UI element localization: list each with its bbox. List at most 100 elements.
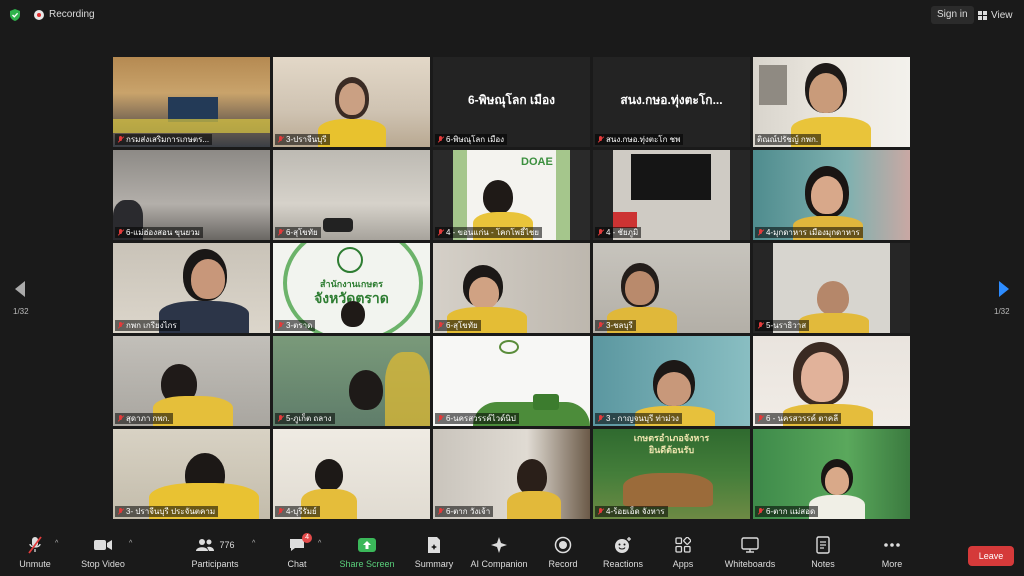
- video-tile[interactable]: กรมส่งเสริมการเกษตร...: [113, 57, 270, 147]
- unmute-label: Unmute: [19, 559, 51, 569]
- muted-mic-icon: [437, 507, 444, 516]
- whiteboards-button[interactable]: Whiteboards: [715, 536, 785, 569]
- participant-display-name: สนง.กษอ.ทุ่งตะโก...: [620, 93, 723, 107]
- participant-name: สนง.กษอ.ทุ่งตะโก ชพ: [606, 135, 681, 144]
- summary-button[interactable]: Summary: [399, 536, 469, 569]
- chat-button[interactable]: 4 Chat: [262, 533, 332, 569]
- shield-icon[interactable]: [8, 8, 22, 22]
- video-tile-active-speaker[interactable]: ติณณ์ปรัชญ์ กพก.: [753, 57, 910, 147]
- share-screen-button[interactable]: Share Screen: [332, 536, 402, 569]
- recording-indicator[interactable]: Recording: [34, 9, 95, 20]
- participant-name: 3-ปราจีนบุรี: [286, 135, 327, 144]
- video-tile[interactable]: สุดาภา กพก.: [113, 336, 270, 426]
- participant-name: 5-นราธิวาส: [766, 321, 807, 330]
- video-tile[interactable]: เกษตรอำเภอจังหาร ยินดีต้อนรับ 4-ร้อยเอ็ด…: [593, 429, 750, 519]
- participant-name: สุดาภา กพก.: [126, 414, 170, 423]
- unmute-button[interactable]: Unmute: [0, 536, 70, 569]
- banner-line-2: ยินดีต้อนรับ: [648, 445, 695, 455]
- participants-button[interactable]: 776 Participants: [180, 536, 250, 569]
- smiley-icon: [615, 537, 631, 553]
- muted-mic-icon: [597, 321, 604, 330]
- record-icon: [554, 536, 572, 554]
- video-tile[interactable]: 3-ชลบุรี: [593, 243, 750, 333]
- video-tile[interactable]: 3-ปราจีนบุรี: [273, 57, 430, 147]
- participant-name: 3 - กาญจนบุรี ท่าม่วง: [606, 414, 679, 423]
- participant-name: 3-ชลบุรี: [606, 321, 633, 330]
- participant-name: 6-นครสวรรค์ไวด์นิป: [446, 414, 516, 423]
- participant-name: 4-มุกดาหาร เมืองมุกดาหาร: [766, 228, 860, 237]
- participant-name: 6 - นครสวรรค์ ตาคลี: [766, 414, 839, 423]
- ai-companion-button[interactable]: AI Companion: [464, 536, 534, 569]
- recording-label: Recording: [49, 9, 95, 20]
- video-tile[interactable]: กพก เกรียงไกร: [113, 243, 270, 333]
- leave-button[interactable]: Leave: [968, 546, 1014, 566]
- video-grid: กรมส่งเสริมการเกษตร... 3-ปราจีนบุรี 6-พิ…: [113, 57, 913, 519]
- video-camera-icon: [94, 540, 112, 550]
- muted-mic-icon: [437, 321, 444, 330]
- participant-name: กรมส่งเสริมการเกษตร...: [126, 135, 210, 144]
- video-tile[interactable]: 6-พิษณุโลก เมือง 6-พิษณุโลก เมือง: [433, 57, 590, 147]
- participant-name: 4-บุรีรัมย์: [286, 507, 317, 516]
- muted-microphone-icon: [28, 536, 42, 554]
- more-button[interactable]: More: [857, 536, 927, 569]
- audio-options-caret-icon[interactable]: ^: [55, 540, 58, 547]
- video-tile[interactable]: 5-นราธิวาส: [753, 243, 910, 333]
- meeting-toolbar: Unmute ^ Stop Video ^ 776 Participants ^…: [0, 530, 1024, 576]
- previous-page-icon[interactable]: [14, 280, 26, 298]
- video-tile[interactable]: 3 - กาญจนบุรี ท่าม่วง: [593, 336, 750, 426]
- stop-video-label: Stop Video: [81, 559, 125, 569]
- video-tile[interactable]: 4 - ชัยภูมิ: [593, 150, 750, 240]
- muted-mic-icon: [277, 228, 284, 237]
- share-screen-label: Share Screen: [339, 559, 395, 569]
- muted-mic-icon: [117, 228, 124, 237]
- stop-video-button[interactable]: Stop Video: [68, 536, 138, 569]
- video-tile[interactable]: 6-สุโขทัย: [273, 150, 430, 240]
- reactions-label: Reactions: [602, 559, 644, 569]
- video-tile[interactable]: 6-ตาก วังเจ้า: [433, 429, 590, 519]
- participant-name: 6-สุโขทัย: [286, 228, 318, 237]
- muted-mic-icon: [117, 507, 124, 516]
- video-tile[interactable]: DOAE 4 - ขอนแก่น - โคกโพธิ์ไชย: [433, 150, 590, 240]
- video-tile[interactable]: 6-สุโขทัย: [433, 243, 590, 333]
- participant-name: 3- ปราจีนบุรี ประจันตคาม: [126, 507, 216, 516]
- top-bar: Recording Sign in View: [0, 0, 1024, 30]
- video-tile[interactable]: 6 - นครสวรรค์ ตาคลี: [753, 336, 910, 426]
- video-tile[interactable]: 4-บุรีรัมย์: [273, 429, 430, 519]
- participant-name: 4 - ชัยภูมิ: [606, 228, 639, 237]
- muted-mic-icon: [277, 507, 284, 516]
- video-tile[interactable]: สำนักงานเกษตร จังหวัดตราด 3-ตราด: [273, 243, 430, 333]
- video-tile[interactable]: 6-ตาก แม่สอด: [753, 429, 910, 519]
- page-indicator-right: 1/32: [994, 307, 1010, 316]
- participant-name: 4-ร้อยเอ็ด จังหาร: [606, 507, 665, 516]
- video-options-caret-icon[interactable]: ^: [129, 540, 132, 547]
- video-tile[interactable]: 3- ปราจีนบุรี ประจันตคาม: [113, 429, 270, 519]
- muted-mic-icon: [277, 135, 284, 144]
- chat-options-caret-icon[interactable]: ^: [318, 540, 321, 547]
- participants-icon: [196, 539, 215, 551]
- more-dots-icon: [884, 543, 900, 547]
- apps-button[interactable]: Apps: [648, 536, 718, 569]
- doae-logo: DOAE: [521, 156, 553, 168]
- participant-name: 3-ตราด: [286, 321, 313, 330]
- video-tile[interactable]: 6-แม่ฮ่องสอน ขุนยวม: [113, 150, 270, 240]
- video-tile[interactable]: สนง.กษอ.ทุ่งตะโก... สนง.กษอ.ทุ่งตะโก ชพ: [593, 57, 750, 147]
- video-tile[interactable]: 5-ภูเก็ต ถลาง: [273, 336, 430, 426]
- muted-mic-icon: [597, 414, 604, 423]
- next-page-icon[interactable]: [998, 280, 1010, 298]
- more-label: More: [881, 559, 903, 569]
- sign-in-button[interactable]: Sign in: [931, 6, 974, 24]
- muted-mic-icon: [597, 135, 604, 144]
- muted-mic-icon: [437, 228, 444, 237]
- participant-name: 6-สุโขทัย: [446, 321, 478, 330]
- notes-label: Notes: [811, 559, 835, 569]
- apps-label: Apps: [672, 559, 694, 569]
- video-tile[interactable]: 4-มุกดาหาร เมืองมุกดาหาร: [753, 150, 910, 240]
- muted-mic-icon: [757, 414, 764, 423]
- participant-name: 4 - ขอนแก่น - โคกโพธิ์ไชย: [446, 228, 539, 237]
- video-tile[interactable]: 6-นครสวรรค์ไวด์นิป: [433, 336, 590, 426]
- participants-options-caret-icon[interactable]: ^: [252, 540, 255, 547]
- muted-mic-icon: [117, 321, 124, 330]
- view-button[interactable]: View: [978, 6, 1013, 24]
- notes-button[interactable]: Notes: [788, 536, 858, 569]
- muted-mic-icon: [597, 507, 604, 516]
